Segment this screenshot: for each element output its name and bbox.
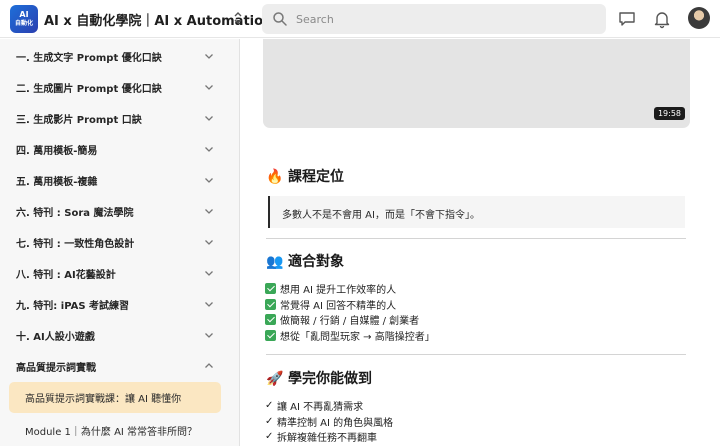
sidebar-item-3[interactable]: 三. 生成影片 Prompt 口訣 [0, 103, 240, 134]
sidebar-lesson-active[interactable]: 高品質提示詞實戰課：讓 AI 聽懂你 [9, 382, 221, 413]
sidebar-item-label: 九. 特刊: iPAS 考試練習 [16, 301, 130, 312]
sidebar-item-label: 一. 生成文字 Prompt 優化口訣 [16, 53, 162, 64]
chevron-down-icon [205, 240, 213, 245]
sidebar-item-1[interactable]: 一. 生成文字 Prompt 優化口訣 [0, 41, 240, 72]
sidebar-item-label: 十. AI人設小遊戲 [16, 332, 95, 343]
list-item: 想用 AI 提升工作效率的人 [265, 281, 435, 297]
course-sidebar: 一. 生成文字 Prompt 優化口訣 二. 生成圖片 Prompt 優化口訣 … [0, 39, 240, 446]
sidebar-item-10[interactable]: 十. AI人設小遊戲 [0, 320, 240, 351]
top-bar: AI 自動化 AI x 自動化學院｜AI x Automation [0, 0, 720, 38]
search-input[interactable] [296, 4, 596, 34]
search-bar[interactable] [262, 4, 606, 34]
list-item: ✓ 拆解複雜任務不再翻車 [265, 431, 377, 445]
sidebar-item-label: 五. 萬用模板-複雜 [16, 177, 98, 188]
search-icon [273, 12, 287, 26]
sidebar-lesson-label: 高品質提示詞實戰課：讓 AI 聽懂你 [25, 394, 182, 405]
sidebar-item-8[interactable]: 八. 特刊 : AI花藝設計 [0, 258, 240, 289]
check-mark-icon: ✓ [265, 400, 274, 412]
section-title-audience: 👥 適合對象 [266, 251, 344, 271]
logo-line-2: 自動化 [14, 20, 33, 27]
sidebar-item-2[interactable]: 二. 生成圖片 Prompt 優化口訣 [0, 72, 240, 103]
sidebar-item-11[interactable]: 高品質提示詞實戰 [0, 351, 240, 382]
checkbox-checked-icon [265, 314, 276, 326]
checkbox-checked-icon [265, 298, 276, 310]
fire-icon: 🔥 [266, 169, 284, 185]
section-title-outcomes: 🚀 學完你能做到 [266, 368, 372, 388]
lesson-content: 19:58 🔥 課程定位 多數人不是不會用 AI，而是「不會下指令」。 👥 適合對象… [241, 39, 720, 446]
sidebar-item-6[interactable]: 六. 特刊 : Sora 魔法學院 [0, 196, 240, 227]
chevron-down-icon [205, 54, 213, 59]
list-item: ✓ 精準控制 AI 的角色與風格 [265, 415, 394, 429]
sidebar-item-4[interactable]: 四. 萬用模板-簡易 [0, 134, 240, 165]
sidebar-lesson-label: Module 1｜為什麼 AI 常常答非所問？ [25, 427, 198, 438]
sidebar-item-9[interactable]: 九. 特刊: iPAS 考試練習 [0, 289, 240, 320]
divider [266, 238, 686, 239]
section-title-text: 適合對象 [288, 254, 344, 270]
chevron-down-icon [205, 271, 213, 276]
checkbox-checked-icon [265, 330, 276, 342]
divider [266, 354, 686, 355]
chevron-down-icon [205, 178, 213, 183]
check-mark-icon: ✓ [265, 431, 274, 443]
list-item: 常覺得 AI 回答不精準的人 [265, 297, 435, 313]
bell-icon[interactable] [652, 9, 672, 29]
chevron-down-icon [205, 333, 213, 338]
check-mark-icon: ✓ [265, 415, 274, 427]
sidebar-item-label: 三. 生成影片 Prompt 口訣 [16, 115, 142, 126]
audience-list: 想用 AI 提升工作效率的人 常覺得 AI 回答不精準的人 做簡報 / 行銷 /… [265, 281, 435, 343]
video-duration: 19:58 [653, 107, 685, 120]
checkbox-checked-icon [265, 283, 276, 295]
sidebar-lesson-module-1[interactable]: Module 1｜為什麼 AI 常常答非所問？ [0, 415, 240, 446]
logo-line-1: AI [19, 10, 29, 19]
quote-text: 多數人不是不會用 AI，而是「不會下指令」。 [282, 210, 480, 221]
section-title-positioning: 🔥 課程定位 [266, 166, 344, 186]
blockquote: 多數人不是不會用 AI，而是「不會下指令」。 [268, 196, 685, 228]
chevron-down-icon [205, 302, 213, 307]
avatar[interactable] [688, 7, 710, 29]
section-title-text: 課程定位 [288, 169, 344, 185]
app-logo[interactable]: AI 自動化 [10, 5, 38, 33]
chevron-down-icon [205, 116, 213, 121]
sidebar-item-label: 六. 特刊 : Sora 魔法學院 [16, 208, 134, 219]
sidebar-item-7[interactable]: 七. 特刊 : 一致性角色設計 [0, 227, 240, 258]
video-player[interactable]: 19:58 [263, 39, 690, 128]
chat-icon[interactable] [617, 9, 637, 29]
sidebar-item-5[interactable]: 五. 萬用模板-複雜 [0, 165, 240, 196]
chevron-up-icon [205, 363, 213, 368]
sidebar-item-label: 四. 萬用模板-簡易 [16, 146, 98, 157]
chevron-down-icon [205, 209, 213, 214]
list-item: ✓ 讓 AI 不再亂猜需求 [265, 400, 364, 414]
list-item: 做簡報 / 行銷 / 自媒體 / 創業者 [265, 312, 435, 328]
sidebar-item-label: 高品質提示詞實戰 [16, 363, 96, 374]
sidebar-item-label: 七. 特刊 : 一致性角色設計 [16, 239, 135, 250]
rocket-icon: 🚀 [266, 371, 284, 387]
section-title-text: 學完你能做到 [288, 371, 372, 387]
outcomes-list: ✓ 讓 AI 不再亂猜需求 ✓ 精準控制 AI 的角色與風格 ✓ 拆解複雜任務不再翻車 [265, 398, 393, 445]
chevron-down-icon [205, 85, 213, 90]
sidebar-item-label: 八. 特刊 : AI花藝設計 [16, 270, 116, 281]
chevron-up-down-icon[interactable] [230, 9, 246, 29]
people-icon: 👥 [266, 254, 284, 270]
list-item: 想從「亂問型玩家 → 高階操控者」 [265, 328, 435, 344]
sidebar-item-label: 二. 生成圖片 Prompt 優化口訣 [16, 84, 162, 95]
chevron-down-icon [205, 147, 213, 152]
